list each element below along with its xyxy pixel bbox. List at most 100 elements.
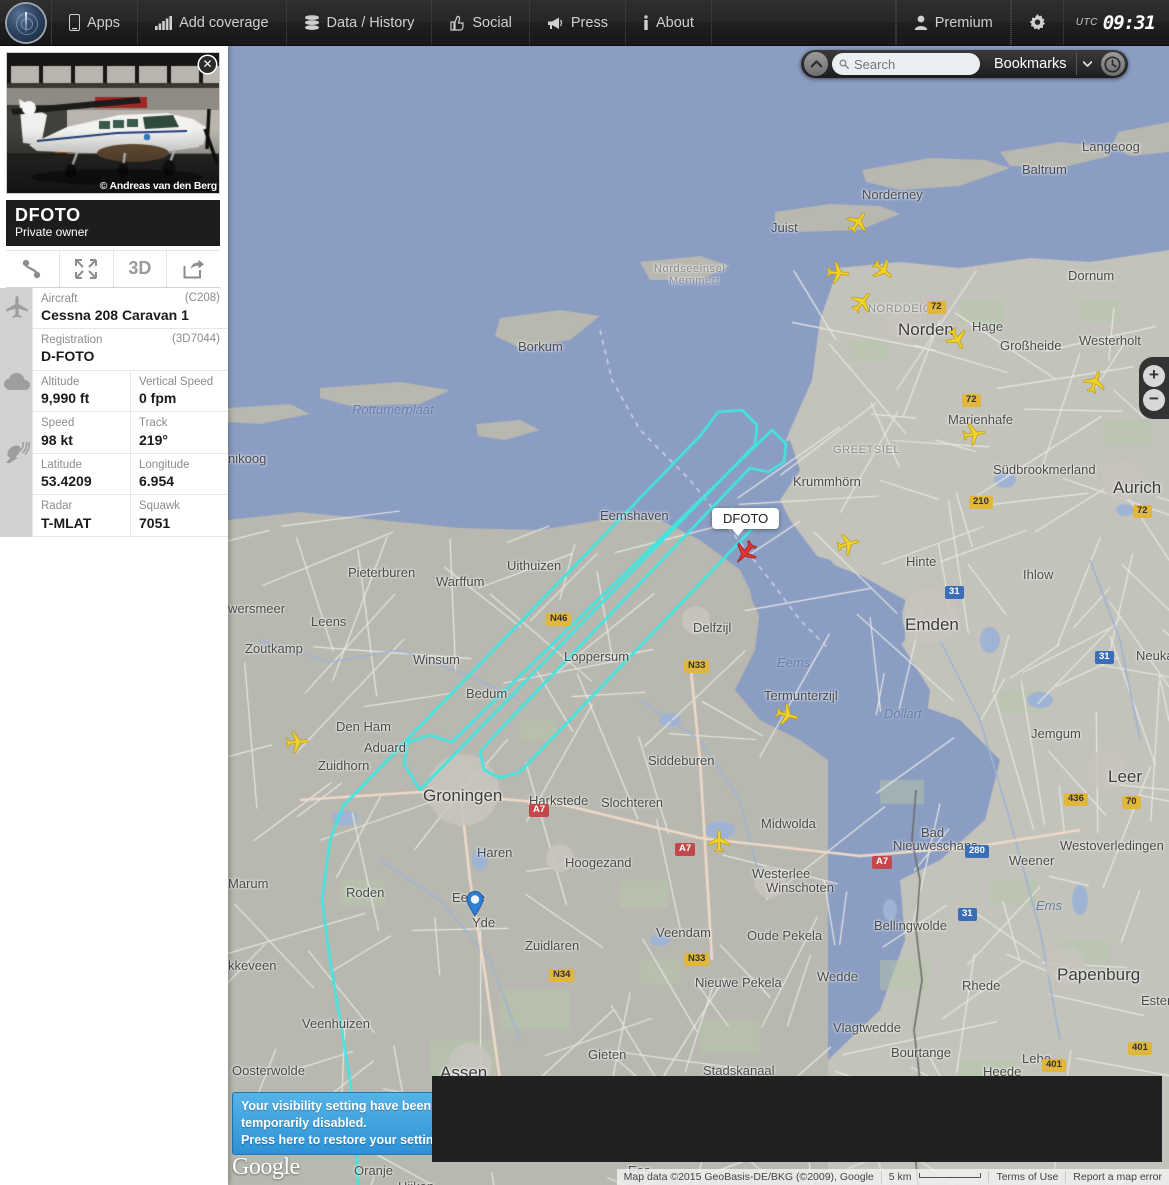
premium-label: Premium <box>935 15 993 31</box>
nav-spacer <box>712 0 896 45</box>
data-cell: Registration D-FOTO (3D7044) <box>32 329 228 370</box>
aircraft-identity-block: DFOTO Private owner <box>6 200 220 246</box>
search-input[interactable] <box>832 53 980 75</box>
road-shield: 436 <box>1064 793 1088 806</box>
data-value: 6.954 <box>139 472 228 490</box>
nav-item-add-coverage[interactable]: Add coverage <box>138 0 286 45</box>
data-note: (3D7044) <box>172 333 220 345</box>
data-value: 0 fpm <box>139 389 228 407</box>
data-cell-left: Speed 98 kt <box>32 412 130 453</box>
data-row: Radar T-MLAT Squawk 7051 <box>32 495 228 537</box>
data-icon-column <box>0 288 32 537</box>
signal-bars-icon <box>155 16 172 30</box>
data-value: 7051 <box>139 514 228 532</box>
nav-right-group: Premium UTC 09:31 <box>896 0 1169 45</box>
selected-aircraft-icon[interactable] <box>732 540 758 566</box>
aircraft-data-table: Aircraft Cessna 208 Caravan 1 (C208) Regist… <box>0 288 228 537</box>
fit-to-screen-button[interactable] <box>60 251 114 287</box>
aircraft-photo[interactable]: © Andreas van den Berg ✕ <box>6 52 220 194</box>
nav-label-press: Press <box>571 15 608 31</box>
nav-item-about[interactable]: About <box>626 0 712 45</box>
nav-item-press[interactable]: Press <box>530 0 626 45</box>
info-icon <box>643 15 649 31</box>
nav-item-social[interactable]: Social <box>432 0 530 45</box>
data-label: Longitude <box>139 458 228 472</box>
bookmarks-dropdown-toggle[interactable] <box>1076 53 1098 75</box>
utc-label: UTC <box>1076 17 1098 28</box>
terms-of-use-link[interactable]: Terms of Use <box>988 1171 1065 1183</box>
three-d-label: 3D <box>128 258 151 279</box>
mobile-icon <box>69 14 80 31</box>
fr24-logo[interactable] <box>0 0 52 45</box>
data-label: Radar <box>41 499 130 513</box>
data-label: Squawk <box>139 499 228 513</box>
data-cell: Aircraft Cessna 208 Caravan 1 (C208) <box>32 288 228 329</box>
report-map-error-link[interactable]: Report a map error <box>1065 1171 1169 1183</box>
scale-label: 5 km <box>889 1171 912 1183</box>
data-note: (C208) <box>185 292 220 304</box>
bookmarks-button[interactable]: Bookmarks <box>980 56 1076 72</box>
road-shield: 280 <box>965 845 989 858</box>
nav-item-data-history[interactable]: Data / History <box>287 0 433 45</box>
data-value: D-FOTO <box>41 347 228 365</box>
playback-history-button[interactable] <box>1101 52 1125 76</box>
road-shield: 72 <box>927 301 946 314</box>
top-navigation-bar: Apps Add coverage Data / History Social <box>0 0 1169 46</box>
gear-icon <box>1029 14 1046 31</box>
share-icon <box>183 259 205 279</box>
data-value: 9,990 ft <box>41 389 130 407</box>
data-value: 98 kt <box>41 431 130 449</box>
aircraft-icon <box>4 294 30 320</box>
road-shield: A7 <box>529 804 549 817</box>
follow-route-button[interactable] <box>6 251 60 287</box>
aircraft-photo-image <box>7 53 219 193</box>
road-shield: 72 <box>962 394 981 407</box>
map-search-bar: Bookmarks <box>801 50 1128 78</box>
road-shield: N33 <box>684 660 709 673</box>
data-label: Speed <box>41 416 130 430</box>
close-icon[interactable]: ✕ <box>199 56 216 73</box>
cloud-icon <box>4 369 30 395</box>
road-shield: 210 <box>969 496 993 509</box>
selected-aircraft-callout[interactable]: DFOTO <box>712 508 779 536</box>
share-button[interactable] <box>167 251 220 287</box>
user-icon <box>914 15 928 30</box>
three-d-view-button[interactable]: 3D <box>114 251 168 287</box>
map-tiles[interactable] <box>228 46 1169 1185</box>
map-attribution-bar: Map data ©2015 GeoBasis-DE/BKG (©2009), … <box>617 1169 1169 1185</box>
premium-button[interactable]: Premium <box>896 0 1011 45</box>
road-shield: 31 <box>958 908 977 921</box>
callsign: DFOTO <box>15 205 211 225</box>
advertisement-panel[interactable] <box>432 1076 1162 1162</box>
radar-logo-icon <box>7 4 45 42</box>
map-viewport[interactable]: Langeoog Baltrum Norderney Juist Nordseeinse… <box>228 46 1169 1185</box>
data-label: Latitude <box>41 458 130 472</box>
data-cell-left: Radar T-MLAT <box>32 495 130 536</box>
clock-icon <box>1104 56 1121 73</box>
utc-clock: UTC 09:31 <box>1064 0 1169 45</box>
photo-credit: © Andreas van den Berg <box>100 180 217 192</box>
road-shield: A7 <box>675 843 695 856</box>
road-shield: N46 <box>546 613 571 626</box>
radar-dish-icon <box>4 440 30 466</box>
road-shield: 401 <box>1128 1042 1152 1055</box>
road-shield: 70 <box>1122 796 1141 809</box>
road-shield: N33 <box>684 953 709 966</box>
collapse-panel-button[interactable] <box>804 52 828 76</box>
settings-button[interactable] <box>1011 0 1064 45</box>
road-shield: 401 <box>1042 1059 1066 1072</box>
data-cell-left: Altitude 9,990 ft <box>32 371 130 412</box>
google-logo: Google <box>232 1154 300 1181</box>
airport-pin-eelde[interactable] <box>466 891 484 917</box>
data-row: Speed 98 kt Track 219° <box>32 412 228 454</box>
zoom-out-button[interactable]: − <box>1143 389 1165 411</box>
data-label: Vertical Speed <box>139 375 228 389</box>
data-cell-right: Track 219° <box>130 412 228 453</box>
nav-item-apps[interactable]: Apps <box>52 0 138 45</box>
road-shield: N34 <box>549 969 574 982</box>
data-value: 219° <box>139 431 228 449</box>
nav-label-apps: Apps <box>87 15 120 31</box>
zoom-in-button[interactable]: + <box>1143 365 1165 387</box>
data-cell-right: Squawk 7051 <box>130 495 228 536</box>
road-shield: 31 <box>1095 651 1114 664</box>
